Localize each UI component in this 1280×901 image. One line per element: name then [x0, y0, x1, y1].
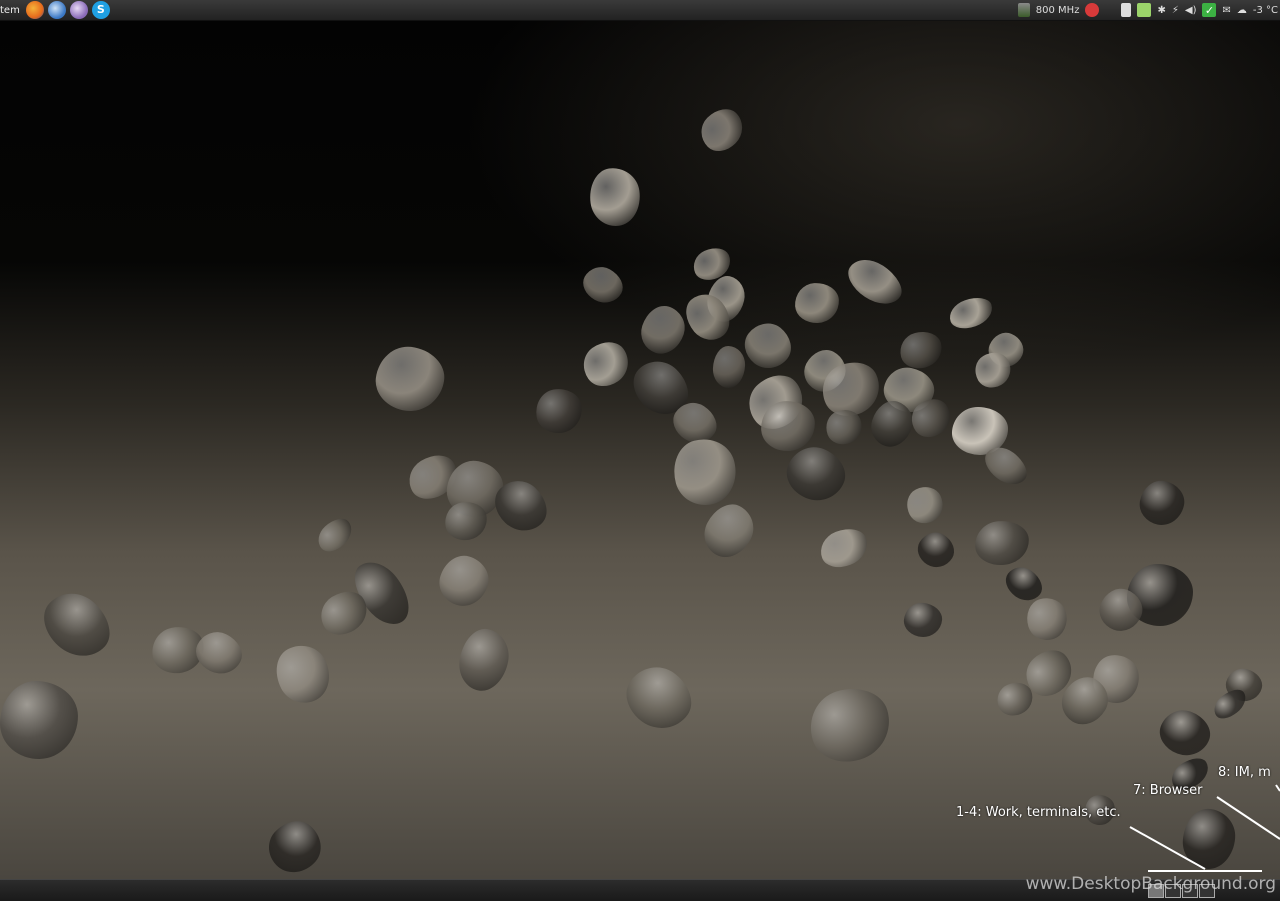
pointer-line-im — [1275, 784, 1280, 792]
system-menu[interactable]: tem — [0, 5, 20, 16]
top-panel: tem S 800 MHz ✱ ⚡ ◀) ✓ ✉ ☁ -3 °C — [0, 0, 1280, 21]
checkmark-icon[interactable]: ✓ — [1202, 3, 1217, 17]
pointer-line-browser — [1216, 796, 1280, 840]
system-tray: 800 MHz ✱ ⚡ ◀) ✓ ✉ ☁ -3 °C — [1015, 0, 1280, 20]
mail-icon[interactable]: ✉ — [1222, 2, 1230, 18]
bluetooth-icon[interactable]: ✱ — [1157, 2, 1165, 18]
panel-left: tem S — [0, 0, 112, 20]
cpu-frequency[interactable]: 800 MHz — [1036, 2, 1080, 18]
watermark: www.DesktopBackground.org — [1025, 874, 1276, 894]
cpu-monitor-icon[interactable] — [1017, 3, 1030, 17]
network-icon[interactable] — [1121, 3, 1132, 17]
volume-icon[interactable]: ◀) — [1185, 2, 1197, 18]
skype-icon[interactable]: S — [91, 1, 110, 19]
firefox-icon[interactable] — [25, 1, 44, 19]
temperature-label[interactable]: -3 °C — [1253, 2, 1278, 18]
annotation-lines — [1129, 784, 1280, 872]
sync-icon[interactable] — [1137, 3, 1152, 17]
thunderbird-icon[interactable] — [47, 1, 66, 19]
weather-icon[interactable]: ☁ — [1237, 2, 1247, 18]
update-notifier-icon[interactable] — [1085, 3, 1100, 17]
wireless-icon[interactable]: ⚡ — [1172, 2, 1179, 18]
pointer-line-work — [1129, 826, 1206, 870]
desktop-wallpaper: 1-4: Work, terminals, etc. 7: Browser 8:… — [0, 21, 1280, 884]
tray-spacer — [1105, 2, 1115, 18]
pidgin-icon[interactable] — [69, 1, 88, 19]
